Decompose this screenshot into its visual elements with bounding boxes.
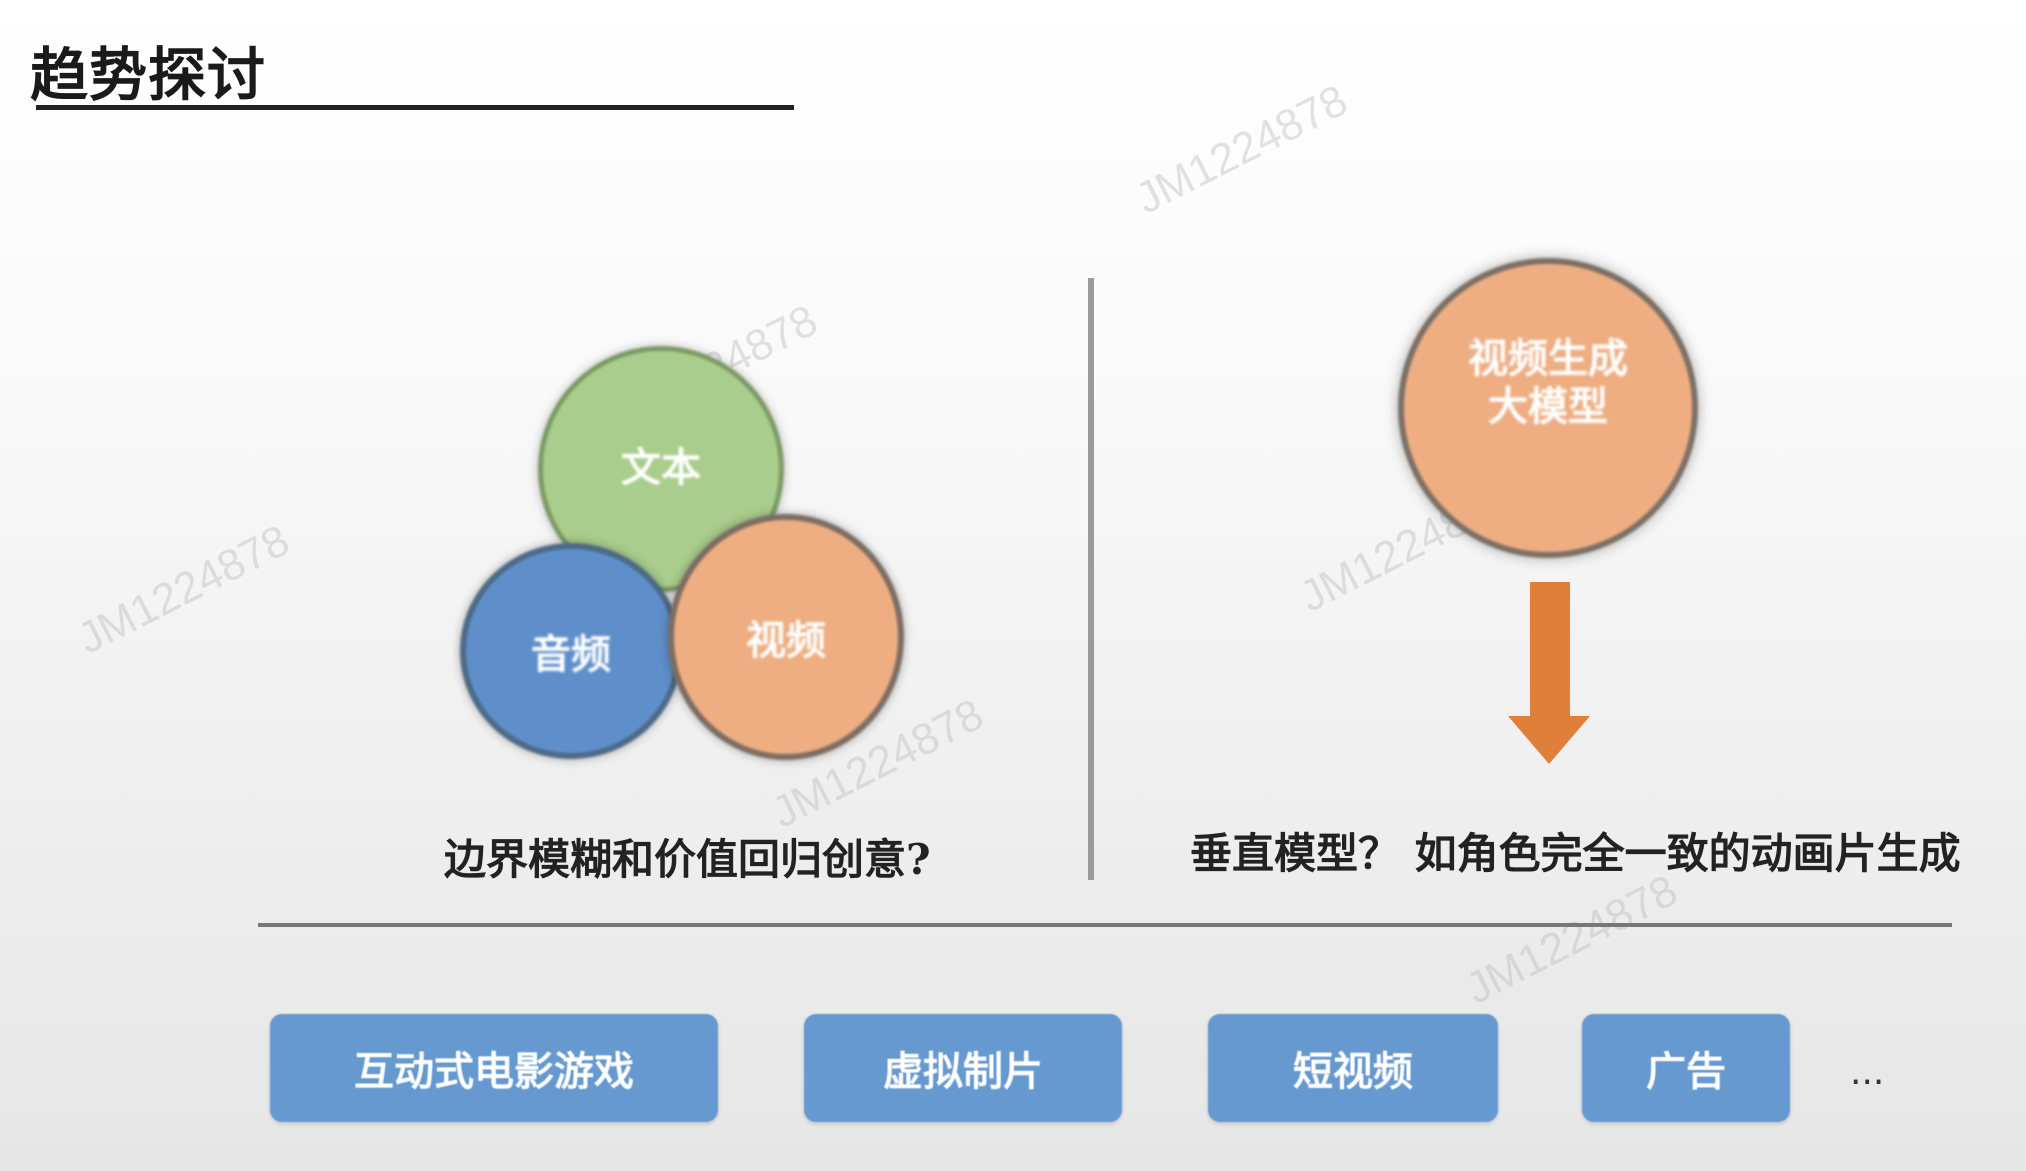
model-label-line1: 视频生成 bbox=[1468, 336, 1628, 382]
app-virtual-production: 虚拟制片 bbox=[804, 1014, 1122, 1122]
vertical-divider bbox=[1088, 278, 1094, 880]
model-label-line2: 大模型 bbox=[1488, 384, 1608, 430]
app-label: 互动式电影游戏 bbox=[354, 1048, 634, 1095]
circle-video-label: 视频 bbox=[746, 618, 826, 664]
ellipsis: ... bbox=[1850, 1052, 1885, 1093]
app-short-video: 短视频 bbox=[1208, 1014, 1498, 1122]
slide: 趋势探讨 JM1224878 JM1224878 JM1224878 JM122… bbox=[0, 0, 2026, 1171]
app-label: 广告 bbox=[1646, 1048, 1726, 1095]
circle-video-model: 视频生成 大模型 bbox=[1398, 258, 1698, 558]
horizontal-divider bbox=[258, 923, 1952, 927]
app-label: 虚拟制片 bbox=[883, 1048, 1043, 1095]
circle-text-label: 文本 bbox=[621, 445, 701, 491]
right-caption: 垂直模型？ 如角色完全一致的动画片生成 bbox=[1190, 829, 1961, 878]
circle-audio-label: 音频 bbox=[531, 632, 611, 678]
circle-video: 视频 bbox=[668, 514, 904, 760]
app-advertising: 广告 bbox=[1582, 1014, 1790, 1122]
title-underline bbox=[36, 105, 794, 110]
app-label: 短视频 bbox=[1293, 1048, 1413, 1095]
app-interactive-movie-game: 互动式电影游戏 bbox=[270, 1014, 718, 1122]
down-arrow-icon bbox=[1508, 582, 1590, 764]
slide-title: 趋势探讨 bbox=[30, 41, 267, 109]
watermark: JM1224878 bbox=[70, 515, 298, 664]
watermark: JM1224878 bbox=[1128, 75, 1356, 224]
left-caption: 边界模糊和价值回归创意? bbox=[444, 835, 931, 884]
watermark: JM1224878 bbox=[1458, 865, 1686, 1014]
circle-audio: 音频 bbox=[460, 543, 682, 759]
